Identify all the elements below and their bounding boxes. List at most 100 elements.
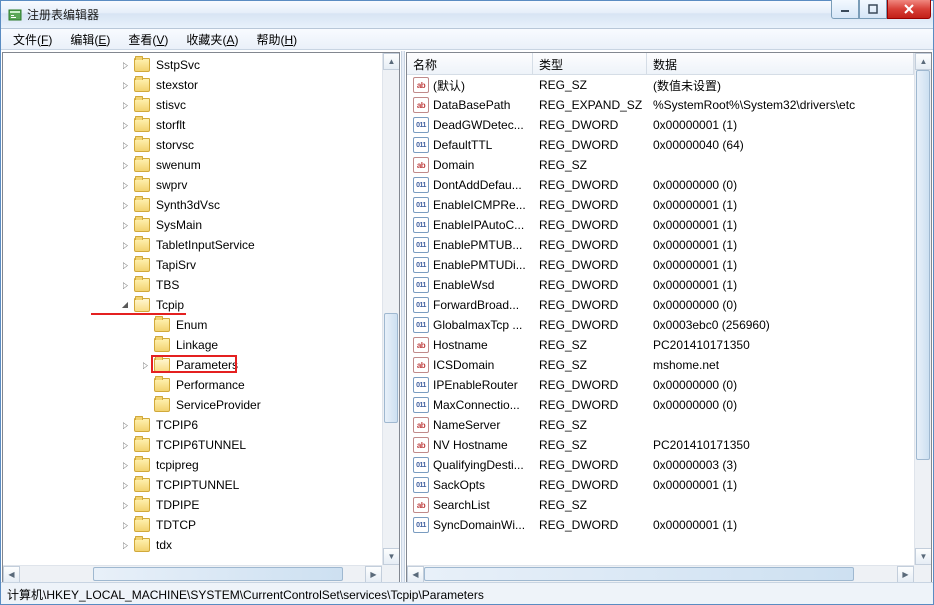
values-hscrollbar[interactable] bbox=[407, 565, 914, 582]
value-row[interactable]: MaxConnectio...REG_DWORD0x00000000 (0) bbox=[407, 395, 914, 415]
scroll-thumb[interactable] bbox=[916, 70, 930, 460]
expand-icon[interactable] bbox=[117, 117, 133, 133]
scroll-up-button[interactable] bbox=[383, 53, 399, 70]
tree-node[interactable]: swenum bbox=[3, 155, 382, 175]
value-row[interactable]: DeadGWDetec...REG_DWORD0x00000001 (1) bbox=[407, 115, 914, 135]
expand-icon[interactable] bbox=[117, 257, 133, 273]
tree-label[interactable]: TBS bbox=[153, 275, 182, 295]
tree-label[interactable]: TabletInputService bbox=[153, 235, 258, 255]
expand-icon[interactable] bbox=[117, 417, 133, 433]
menu-view[interactable]: 查看(V) bbox=[120, 29, 176, 50]
tree-label[interactable]: TCPIP6TUNNEL bbox=[153, 435, 249, 455]
expand-icon[interactable] bbox=[117, 77, 133, 93]
value-row[interactable]: NameServerREG_SZ bbox=[407, 415, 914, 435]
tree-label[interactable]: Performance bbox=[173, 375, 248, 395]
tree-node[interactable]: ServiceProvider bbox=[3, 395, 382, 415]
menu-edit[interactable]: 编辑(E) bbox=[62, 29, 118, 50]
expand-icon[interactable] bbox=[117, 137, 133, 153]
close-button[interactable] bbox=[887, 0, 931, 19]
minimize-button[interactable] bbox=[831, 0, 859, 19]
menu-help[interactable]: 帮助(H) bbox=[248, 29, 305, 50]
expand-icon[interactable] bbox=[117, 497, 133, 513]
expand-icon[interactable] bbox=[117, 217, 133, 233]
expand-icon[interactable] bbox=[117, 517, 133, 533]
expand-icon[interactable] bbox=[117, 477, 133, 493]
tree-node[interactable]: TCPIP6 bbox=[3, 415, 382, 435]
titlebar[interactable]: 注册表编辑器 bbox=[1, 1, 933, 29]
expand-icon[interactable] bbox=[117, 237, 133, 253]
value-row[interactable]: SackOptsREG_DWORD0x00000001 (1) bbox=[407, 475, 914, 495]
scroll-thumb[interactable] bbox=[424, 567, 854, 581]
tree-node[interactable]: Linkage bbox=[3, 335, 382, 355]
tree-label[interactable]: SstpSvc bbox=[153, 55, 203, 75]
value-row[interactable]: DontAddDefau...REG_DWORD0x00000000 (0) bbox=[407, 175, 914, 195]
tree-node[interactable]: stexstor bbox=[3, 75, 382, 95]
tree-node[interactable]: Synth3dVsc bbox=[3, 195, 382, 215]
tree-vscrollbar[interactable] bbox=[382, 53, 399, 565]
scroll-down-button[interactable] bbox=[383, 548, 399, 565]
expand-icon[interactable] bbox=[117, 97, 133, 113]
tree-label[interactable]: SysMain bbox=[153, 215, 205, 235]
tree-label[interactable]: stexstor bbox=[153, 75, 201, 95]
tree-node[interactable]: Parameters bbox=[3, 355, 382, 375]
menu-file[interactable]: 文件(F) bbox=[5, 29, 60, 50]
tree-label[interactable]: Enum bbox=[173, 315, 210, 335]
col-name[interactable]: 名称 bbox=[407, 53, 533, 74]
scroll-thumb[interactable] bbox=[384, 313, 398, 423]
value-row[interactable]: EnablePMTUDi...REG_DWORD0x00000001 (1) bbox=[407, 255, 914, 275]
tree-label[interactable]: TCPIPTUNNEL bbox=[153, 475, 242, 495]
tree-label[interactable]: ServiceProvider bbox=[173, 395, 264, 415]
scroll-left-button[interactable] bbox=[407, 566, 424, 582]
scroll-up-button[interactable] bbox=[915, 53, 931, 70]
scroll-right-button[interactable] bbox=[365, 566, 382, 582]
scroll-left-button[interactable] bbox=[3, 566, 20, 582]
expand-icon[interactable] bbox=[117, 157, 133, 173]
tree-node[interactable]: TDPIPE bbox=[3, 495, 382, 515]
value-row[interactable]: GlobalmaxTcp ...REG_DWORD0x0003ebc0 (256… bbox=[407, 315, 914, 335]
tree-label[interactable]: TDPIPE bbox=[153, 495, 202, 515]
tree-node[interactable]: TCPIP6TUNNEL bbox=[3, 435, 382, 455]
tree-node[interactable]: TBS bbox=[3, 275, 382, 295]
menu-favorites[interactable]: 收藏夹(A) bbox=[178, 29, 246, 50]
value-row[interactable]: QualifyingDesti...REG_DWORD0x00000003 (3… bbox=[407, 455, 914, 475]
value-row[interactable]: ForwardBroad...REG_DWORD0x00000000 (0) bbox=[407, 295, 914, 315]
expand-icon[interactable] bbox=[117, 457, 133, 473]
tree-label[interactable]: TDTCP bbox=[153, 515, 199, 535]
value-row[interactable]: IPEnableRouterREG_DWORD0x00000000 (0) bbox=[407, 375, 914, 395]
tree-node[interactable]: SysMain bbox=[3, 215, 382, 235]
value-row[interactable]: HostnameREG_SZPC201410171350 bbox=[407, 335, 914, 355]
tree-node[interactable]: TCPIPTUNNEL bbox=[3, 475, 382, 495]
value-row[interactable]: DomainREG_SZ bbox=[407, 155, 914, 175]
value-row[interactable]: SyncDomainWi...REG_DWORD0x00000001 (1) bbox=[407, 515, 914, 535]
expand-icon[interactable] bbox=[117, 437, 133, 453]
maximize-button[interactable] bbox=[859, 0, 887, 19]
expand-icon[interactable] bbox=[117, 537, 133, 553]
value-row[interactable]: EnableIPAutoC...REG_DWORD0x00000001 (1) bbox=[407, 215, 914, 235]
scroll-down-button[interactable] bbox=[915, 548, 931, 565]
expand-icon[interactable] bbox=[117, 177, 133, 193]
tree-label[interactable]: storvsc bbox=[153, 135, 197, 155]
value-row[interactable]: (默认)REG_SZ(数值未设置) bbox=[407, 75, 914, 95]
expand-icon[interactable] bbox=[117, 57, 133, 73]
value-row[interactable]: NV HostnameREG_SZPC201410171350 bbox=[407, 435, 914, 455]
values-list[interactable]: 名称 类型 数据 (默认)REG_SZ(数值未设置)DataBasePathRE… bbox=[407, 53, 914, 535]
values-header[interactable]: 名称 类型 数据 bbox=[407, 53, 914, 75]
tree-node[interactable]: stisvc bbox=[3, 95, 382, 115]
tree-label[interactable]: swenum bbox=[153, 155, 204, 175]
value-row[interactable]: SearchListREG_SZ bbox=[407, 495, 914, 515]
tree-node[interactable]: TapiSrv bbox=[3, 255, 382, 275]
tree-node[interactable]: tcpipreg bbox=[3, 455, 382, 475]
tree-node[interactable]: TabletInputService bbox=[3, 235, 382, 255]
value-row[interactable]: EnableWsdREG_DWORD0x00000001 (1) bbox=[407, 275, 914, 295]
value-row[interactable]: DefaultTTLREG_DWORD0x00000040 (64) bbox=[407, 135, 914, 155]
tree-node[interactable]: tdx bbox=[3, 535, 382, 555]
scroll-right-button[interactable] bbox=[897, 566, 914, 582]
col-data[interactable]: 数据 bbox=[647, 53, 914, 74]
tree-label[interactable]: tcpipreg bbox=[153, 455, 202, 475]
tree-node[interactable]: swprv bbox=[3, 175, 382, 195]
tree-label[interactable]: storflt bbox=[153, 115, 188, 135]
registry-tree[interactable]: SstpSvcstexstorstisvcstorfltstorvscswenu… bbox=[3, 53, 382, 557]
tree-label[interactable]: stisvc bbox=[153, 95, 189, 115]
tree-label[interactable]: tdx bbox=[153, 535, 175, 555]
value-row[interactable]: ICSDomainREG_SZmshome.net bbox=[407, 355, 914, 375]
